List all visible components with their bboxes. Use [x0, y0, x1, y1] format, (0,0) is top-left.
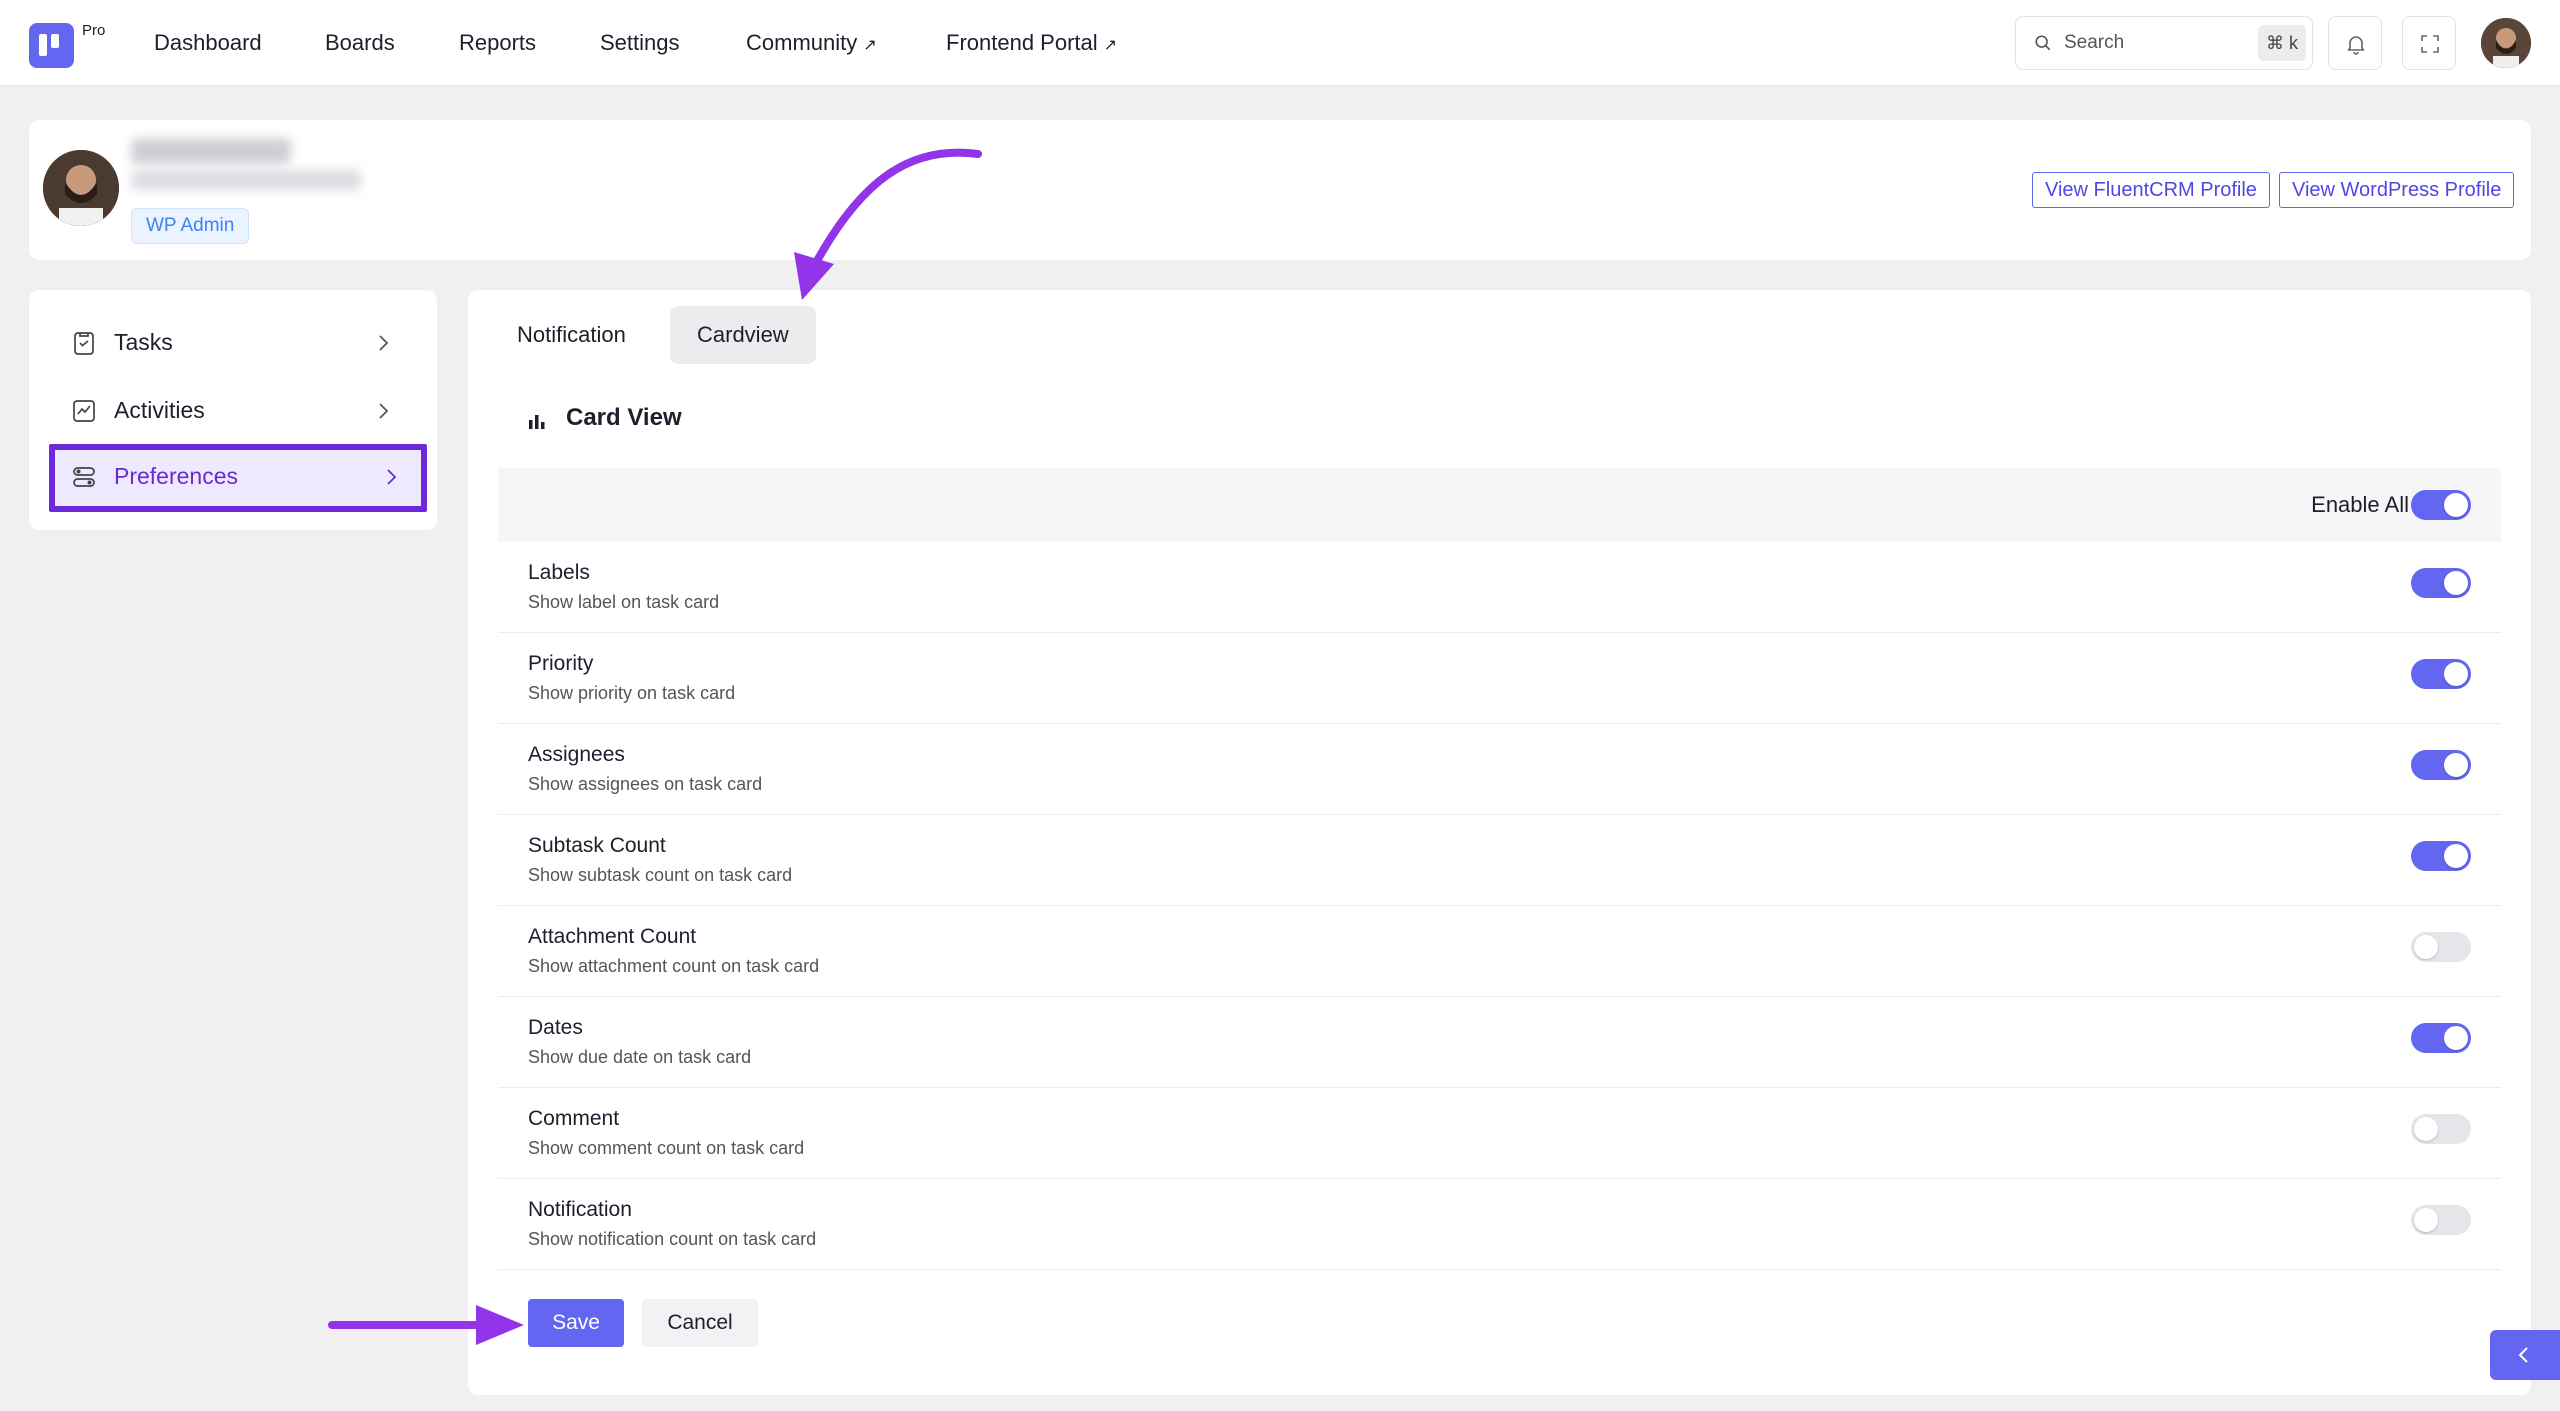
top-bar: Pro Dashboard Boards Reports Settings Co… — [0, 0, 2560, 86]
user-avatar[interactable] — [2481, 18, 2531, 68]
assignees-toggle[interactable] — [2411, 750, 2471, 780]
pref-row-labels: Labels Show label on task card — [498, 542, 2501, 633]
pro-badge: Pro — [82, 22, 106, 39]
pref-title: Comment — [528, 1107, 620, 1130]
chevron-right-icon — [379, 403, 389, 419]
pref-title: Labels — [528, 561, 590, 584]
tab-notification[interactable]: Notification — [490, 306, 653, 364]
profile-header: WP Admin View FluentCRM Profile View Wor… — [29, 120, 2531, 260]
nav-settings[interactable]: Settings — [600, 30, 680, 56]
external-link-icon: ↗ — [863, 37, 877, 54]
subtask-count-toggle[interactable] — [2411, 841, 2471, 871]
pref-description: Show due date on task card — [528, 1047, 752, 1067]
pref-row-dates: Dates Show due date on task card — [498, 997, 2501, 1088]
pref-row-comment: Comment Show comment count on task card — [498, 1088, 2501, 1179]
dates-toggle[interactable] — [2411, 1023, 2471, 1053]
nav-community[interactable]: Community ↗ — [746, 30, 877, 56]
nav-boards[interactable]: Boards — [325, 30, 395, 56]
attachment-count-toggle[interactable] — [2411, 932, 2471, 962]
notifications-button[interactable] — [2328, 16, 2382, 70]
role-badge: WP Admin — [131, 208, 250, 244]
notification-toggle[interactable] — [2411, 1205, 2471, 1235]
pref-row-priority: Priority Show priority on task card — [498, 633, 2501, 724]
profile-email-redacted — [131, 170, 361, 190]
cancel-button[interactable]: Cancel — [642, 1299, 758, 1347]
external-link-icon: ↗ — [1103, 37, 1118, 54]
pref-description: Show assignees on task card — [528, 774, 763, 794]
enable-all-row: Enable All — [498, 468, 2501, 542]
pref-row-notification: Notification Show notification count on … — [498, 1179, 2501, 1270]
profile-name-redacted — [131, 138, 291, 164]
search-input[interactable]: Search ⌘ k — [2015, 16, 2313, 70]
sidebar-item-preferences[interactable]: Preferences — [49, 444, 427, 512]
pref-title: Dates — [528, 1016, 583, 1039]
sidebar-item-label: Preferences — [114, 463, 239, 489]
settings-sidebar: Tasks Activities Preferences — [29, 290, 437, 530]
app-logo-icon[interactable] — [29, 23, 74, 68]
sidebar-item-activities[interactable]: Activities — [49, 382, 419, 438]
search-icon — [2035, 35, 2051, 51]
pref-title: Notification — [528, 1198, 632, 1221]
nav-frontend-portal[interactable]: Frontend Portal ↗ — [946, 30, 1117, 56]
sidebar-item-tasks[interactable]: Tasks — [49, 314, 419, 370]
search-shortcut: ⌘ k — [2257, 25, 2306, 61]
sidebar-item-label: Activities — [114, 397, 205, 423]
pref-row-attachment-count: Attachment Count Show attachment count o… — [498, 906, 2501, 997]
enable-all-label: Enable All — [2311, 492, 2409, 517]
nav-dashboard[interactable]: Dashboard — [154, 30, 262, 56]
pref-description: Show subtask count on task card — [528, 865, 793, 885]
bell-icon — [2347, 36, 2365, 55]
pref-title: Assignees — [528, 743, 625, 766]
sidebar-item-label: Tasks — [114, 329, 173, 355]
section-title: Card View — [566, 404, 682, 431]
fullscreen-icon — [2421, 35, 2439, 53]
chevron-left-icon — [2518, 1347, 2528, 1363]
enable-all-toggle[interactable] — [2411, 490, 2471, 520]
collapse-panel-button[interactable] — [2490, 1330, 2560, 1380]
pref-title: Attachment Count — [528, 925, 697, 948]
pref-row-subtask-count: Subtask Count Show subtask count on task… — [498, 815, 2501, 906]
profile-avatar — [43, 150, 119, 226]
preferences-icon — [73, 467, 95, 487]
pref-title: Priority — [528, 652, 594, 675]
bar-chart-icon — [529, 415, 545, 429]
pref-row-assignees: Assignees Show assignees on task card — [498, 724, 2501, 815]
comment-toggle[interactable] — [2411, 1114, 2471, 1144]
priority-toggle[interactable] — [2411, 659, 2471, 689]
labels-toggle[interactable] — [2411, 568, 2471, 598]
view-wordpress-profile-button[interactable]: View WordPress Profile — [2279, 172, 2515, 208]
tab-cardview[interactable]: Cardview — [670, 306, 816, 364]
pref-description: Show comment count on task card — [528, 1138, 805, 1158]
save-button[interactable]: Save — [528, 1299, 624, 1347]
activity-icon — [73, 400, 95, 422]
tasks-icon — [74, 332, 94, 355]
search-placeholder: Search — [2064, 32, 2125, 53]
nav-reports[interactable]: Reports — [459, 30, 536, 56]
pref-description: Show label on task card — [528, 592, 720, 612]
pref-description: Show attachment count on task card — [528, 956, 820, 976]
pref-description: Show priority on task card — [528, 683, 736, 703]
chevron-right-icon — [379, 335, 389, 351]
view-fluentcrm-profile-button[interactable]: View FluentCRM Profile — [2032, 172, 2270, 208]
fullscreen-button[interactable] — [2402, 16, 2456, 70]
chevron-right-icon — [387, 469, 397, 485]
pref-description: Show notification count on task card — [528, 1229, 817, 1249]
pref-title: Subtask Count — [528, 834, 666, 857]
preferences-panel: Notification Cardview Card View Enable A… — [468, 290, 2531, 1395]
